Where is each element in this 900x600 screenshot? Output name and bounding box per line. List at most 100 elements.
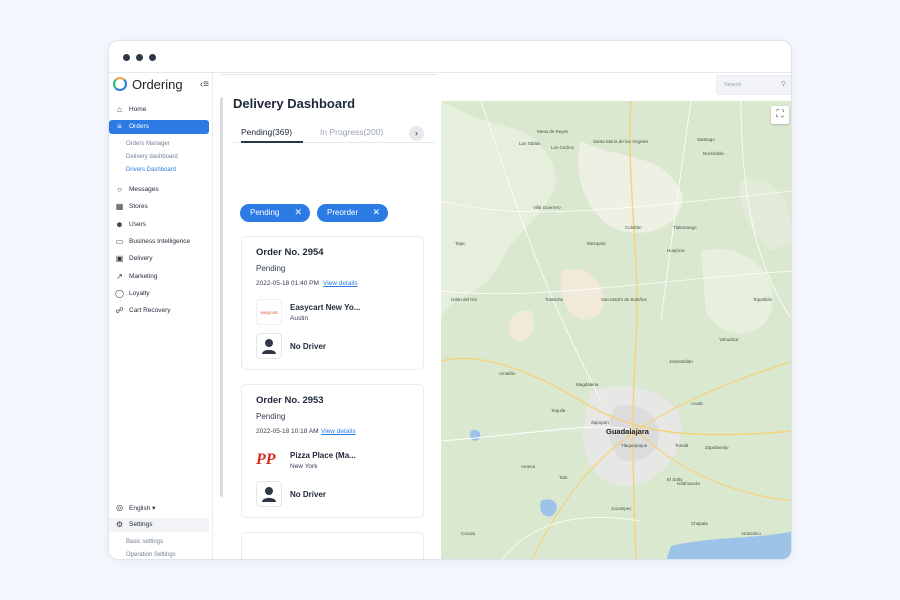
sidebar-subitem-drivers-dashboard[interactable]: Drivers Dashboard <box>126 167 176 173</box>
map-label: Jocotepec <box>611 506 632 511</box>
map-label: Totatiche <box>545 297 564 302</box>
map-label: Tepatitlán <box>753 297 773 302</box>
close-icon[interactable]: ✕ <box>294 207 302 218</box>
sidebar-item-loyalty[interactable]: ◯ Loyalty <box>109 287 209 301</box>
map-label: Chapala <box>691 521 708 526</box>
sidebar-item-stores[interactable]: ▦ Stores <box>109 200 209 214</box>
filter-chip-pending[interactable]: Pending ✕ <box>240 204 310 222</box>
map-label: Huejúcar <box>667 248 686 253</box>
sidebar-subitem-delivery-dashboard[interactable]: Delivery dashboard <box>126 154 178 160</box>
chat-icon: ○ <box>117 185 122 194</box>
order-status: Pending <box>256 264 286 273</box>
app-window: Ordering ‹≡ ⌂ Home ≡ Orders Orders Manag… <box>108 40 792 560</box>
order-datetime: 2022-05-18 10:18 AM <box>256 428 319 435</box>
sidebar-subitem-operation-settings[interactable]: Operation Settings <box>126 552 176 558</box>
business-city: Austin <box>290 315 309 322</box>
trend-icon: ↗ <box>116 272 123 281</box>
home-icon: ⌂ <box>117 105 122 114</box>
user-icon <box>262 339 276 354</box>
tab-in-progress[interactable]: In Progress(200) <box>320 127 383 137</box>
avatar <box>256 333 282 359</box>
map-label: Jalostotitlán <box>669 359 693 364</box>
tab-pending[interactable]: Pending(369) <box>241 127 292 137</box>
collapse-sidebar-icon[interactable]: ‹≡ <box>200 79 209 90</box>
sidebar-subitem-basic-settings[interactable]: Basic settings <box>126 539 163 545</box>
map-label: Acatic <box>691 401 704 406</box>
cart-icon: ☍ <box>115 306 124 315</box>
sidebar-item-users[interactable]: ☻ Users <box>109 218 209 232</box>
map-label: Tala <box>559 475 568 480</box>
order-card[interactable]: Order No. 2953 Pending 2022-05-18 10:18 … <box>241 384 424 518</box>
map-label: Tepic <box>455 241 466 246</box>
window-dot-icon <box>123 54 130 61</box>
map-label: Los Cedros <box>551 145 575 150</box>
business-name: Easycart New Yo... <box>290 303 361 312</box>
close-icon[interactable]: ✕ <box>372 207 380 218</box>
map-label: Tequila <box>551 408 566 413</box>
map-label: Tlaquepaque <box>621 443 648 448</box>
driver-status: No Driver <box>290 490 327 499</box>
map-label: Cocula <box>461 531 476 536</box>
main-scrollbar[interactable] <box>220 97 223 497</box>
map-label: Magdalena <box>576 382 599 387</box>
map-label: Tlaltenango <box>673 225 697 230</box>
truck-icon: ▣ <box>115 254 124 263</box>
chevron-right-icon[interactable]: › <box>409 126 424 141</box>
view-details-link[interactable]: View details <box>323 280 358 287</box>
map-label: Ameca <box>521 464 536 469</box>
sidebar-item-marketing[interactable]: ↗ Marketing <box>109 270 209 284</box>
sidebar-item-orders[interactable]: ≡ Orders <box>109 120 209 134</box>
gear-icon: ⚙ <box>115 520 124 529</box>
filter-chip-preorder[interactable]: Preorder ✕ <box>317 204 388 222</box>
sidebar-item-settings[interactable]: ⚙ Settings <box>109 518 209 532</box>
sidebar-item-delivery[interactable]: ▣ Delivery <box>109 252 209 266</box>
store-icon: ▦ <box>115 202 124 211</box>
page-title: Delivery Dashboard <box>233 96 356 111</box>
bar-chart-icon: ▭ <box>115 237 124 246</box>
sidebar-subitem-orders-manager[interactable]: Orders Manager <box>126 141 170 147</box>
order-status-tabs: Pending(369) In Progress(200) C <box>233 123 435 143</box>
globe-icon: ◎ <box>116 503 123 512</box>
map-label: Yahualica <box>719 337 739 342</box>
map-label: Tonalá <box>675 443 689 448</box>
sidebar-item-business-intelligence[interactable]: ▭ Business Intelligence <box>109 235 209 249</box>
map-label: San Martín de Bolaños <box>601 297 647 302</box>
language-selector[interactable]: ◎ English ▾ <box>109 501 209 515</box>
fullscreen-icon[interactable]: ⛶ <box>771 106 789 124</box>
list-icon: ≡ <box>117 122 122 131</box>
driver-status: No Driver <box>290 342 327 351</box>
window-dot-icon <box>136 54 143 61</box>
order-datetime: 2022-05-18 01:40 PM <box>256 280 319 287</box>
window-titlebar <box>109 41 791 73</box>
view-details-link[interactable]: View details <box>321 428 356 435</box>
map-label: Zapopan <box>591 420 609 425</box>
sidebar: Ordering ‹≡ ⌂ Home ≡ Orders Orders Manag… <box>109 73 213 559</box>
user-icon <box>262 487 276 502</box>
map-label: Santiago <box>697 137 715 142</box>
app-logo[interactable]: Ordering ‹≡ <box>113 75 209 95</box>
active-tab-indicator <box>241 141 303 143</box>
order-card[interactable]: Order No. 2954 Pending 2022-05-18 01:40 … <box>241 236 424 370</box>
order-number: Order No. 2954 <box>256 247 324 258</box>
avatar <box>256 481 282 507</box>
order-card[interactable] <box>241 532 424 559</box>
map-label: Nochistlán <box>703 151 725 156</box>
map-view[interactable]: Mesa de Reyes Las Tablas Los Cedros Sant… <box>441 101 791 559</box>
map-label: Colotlán <box>625 225 642 230</box>
map-label: El Salto <box>667 477 683 482</box>
app-name: Ordering <box>132 77 183 92</box>
business-logo: PP <box>256 451 276 468</box>
sidebar-item-home[interactable]: ⌂ Home <box>109 103 209 117</box>
badge-icon: ◯ <box>115 289 124 298</box>
search-input[interactable]: Search ⚲ <box>716 75 791 95</box>
business-city: New York <box>290 463 318 470</box>
map-label: Mezquitic <box>587 241 607 246</box>
map-label: Mesa de Reyes <box>537 129 569 134</box>
business-name: Pizza Place (Ma... <box>290 451 356 460</box>
order-status: Pending <box>256 412 286 421</box>
sidebar-item-cart-recovery[interactable]: ☍ Cart Recovery <box>109 304 209 318</box>
map-label: Atotonilco <box>741 531 761 536</box>
map-label: Santa María de los Ángeles <box>593 139 649 144</box>
map-city-label: Guadalajara <box>606 427 649 436</box>
sidebar-item-messages[interactable]: ○ Messages <box>109 183 209 197</box>
